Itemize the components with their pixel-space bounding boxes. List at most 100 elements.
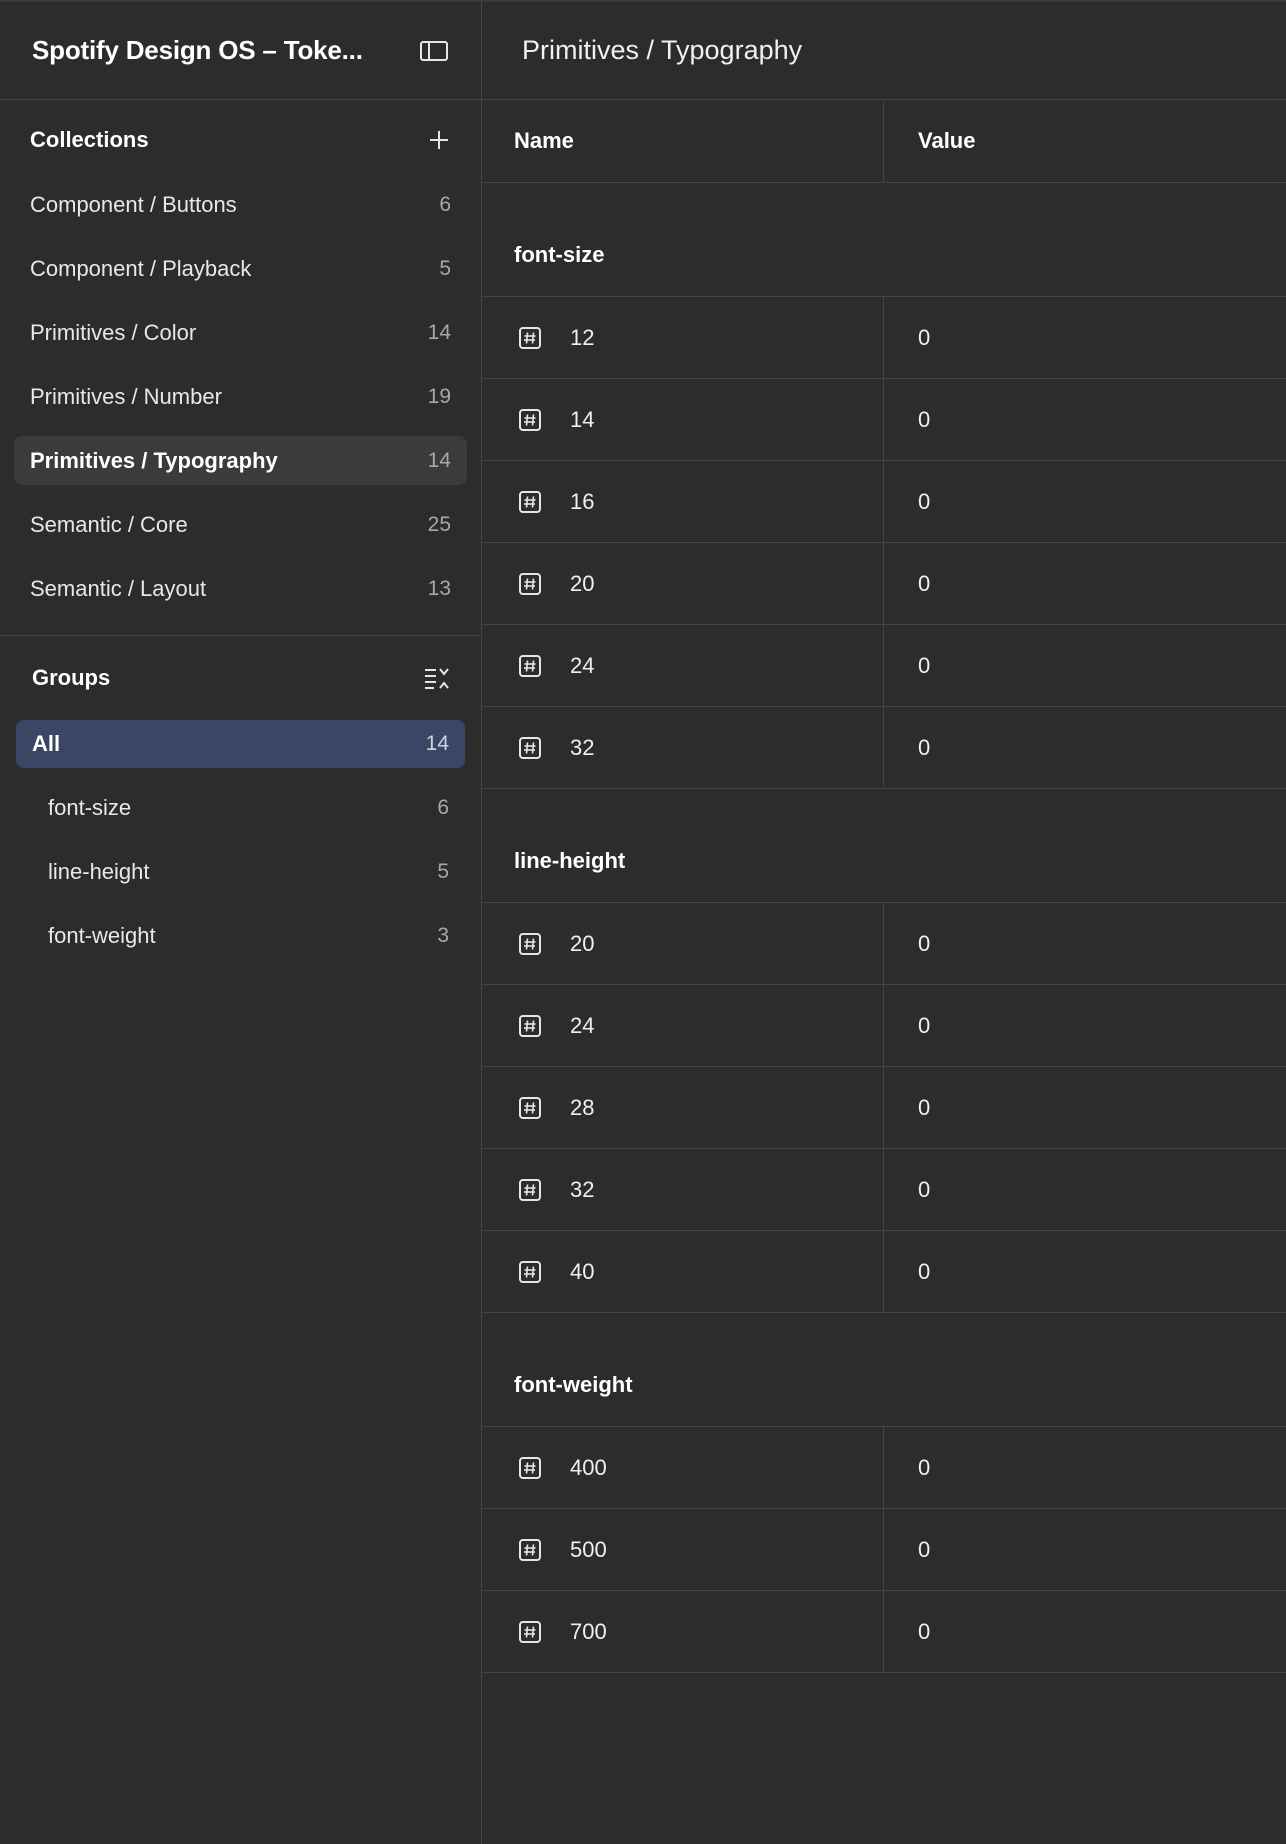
- variable-name[interactable]: 24: [570, 653, 594, 679]
- column-header-name: Name: [482, 100, 884, 182]
- collection-item[interactable]: Component / Playback 5: [14, 244, 467, 293]
- collection-label: Primitives / Color: [30, 319, 197, 345]
- variable-name[interactable]: 32: [570, 735, 594, 761]
- collections-title: Collections: [30, 127, 149, 152]
- variable-name[interactable]: 12: [570, 325, 594, 351]
- variable-name[interactable]: 40: [570, 1259, 594, 1285]
- collection-item-active[interactable]: Primitives / Typography 14: [14, 436, 467, 485]
- collection-item[interactable]: Primitives / Color 14: [14, 308, 467, 357]
- group-item[interactable]: font-weight 3: [16, 912, 465, 960]
- variable-value[interactable]: 0: [918, 653, 930, 679]
- group-heading: font-size: [482, 183, 1286, 297]
- variable-name-cell: 32: [482, 1149, 884, 1230]
- collection-count: 6: [439, 192, 451, 216]
- variable-value[interactable]: 0: [918, 1095, 930, 1121]
- variable-name-cell: 20: [482, 543, 884, 624]
- variable-row[interactable]: 24 0: [482, 625, 1286, 707]
- variable-value[interactable]: 0: [918, 1177, 930, 1203]
- variable-value[interactable]: 0: [918, 489, 930, 515]
- collection-item[interactable]: Semantic / Core 25: [14, 500, 467, 549]
- collection-count: 14: [427, 320, 451, 344]
- collection-label: Component / Buttons: [30, 191, 237, 217]
- variable-row[interactable]: 400 0: [482, 1427, 1286, 1509]
- group-item[interactable]: line-height 5: [16, 848, 465, 896]
- list-sort-icon[interactable]: [423, 665, 451, 691]
- variable-name[interactable]: 14: [570, 407, 594, 433]
- variable-name[interactable]: 16: [570, 489, 594, 515]
- collections-header: Collections: [0, 100, 481, 180]
- variable-name[interactable]: 28: [570, 1095, 594, 1121]
- group-label: font-weight: [48, 923, 156, 948]
- variable-value[interactable]: 0: [918, 931, 930, 957]
- variable-value[interactable]: 0: [918, 1455, 930, 1481]
- collection-label: Primitives / Typography: [30, 447, 278, 473]
- variable-value-cell[interactable]: 0: [884, 543, 1286, 624]
- variable-name-cell: 500: [482, 1509, 884, 1590]
- collection-item[interactable]: Primitives / Number 19: [14, 372, 467, 421]
- variable-value[interactable]: 0: [918, 1259, 930, 1285]
- variable-name[interactable]: 400: [570, 1455, 607, 1481]
- variable-value-cell[interactable]: 0: [884, 461, 1286, 542]
- group-item-all[interactable]: All 14: [16, 720, 465, 768]
- number-variable-icon: [519, 1178, 541, 1201]
- variable-row[interactable]: 24 0: [482, 985, 1286, 1067]
- panel-toggle-icon[interactable]: [419, 39, 449, 63]
- variable-row[interactable]: 32 0: [482, 707, 1286, 789]
- variable-name[interactable]: 24: [570, 1013, 594, 1039]
- variable-value[interactable]: 0: [918, 1013, 930, 1039]
- variable-row[interactable]: 700 0: [482, 1591, 1286, 1673]
- variable-value-cell[interactable]: 0: [884, 1509, 1286, 1590]
- variable-value-cell[interactable]: 0: [884, 297, 1286, 378]
- number-variable-icon: [519, 408, 541, 431]
- variable-row[interactable]: 28 0: [482, 1067, 1286, 1149]
- variable-name[interactable]: 700: [570, 1619, 607, 1645]
- variable-name-cell: 700: [482, 1591, 884, 1672]
- plus-icon[interactable]: [427, 128, 451, 152]
- variable-value[interactable]: 0: [918, 735, 930, 761]
- group-heading: line-height: [482, 789, 1286, 903]
- variable-name[interactable]: 32: [570, 1177, 594, 1203]
- variable-name[interactable]: 500: [570, 1537, 607, 1563]
- collection-count: 5: [439, 256, 451, 280]
- variable-value[interactable]: 0: [918, 571, 930, 597]
- variable-value[interactable]: 0: [918, 407, 930, 433]
- variable-value[interactable]: 0: [918, 1537, 930, 1563]
- group-heading: font-weight: [482, 1313, 1286, 1427]
- variable-value-cell[interactable]: 0: [884, 1149, 1286, 1230]
- variable-name-cell: 16: [482, 461, 884, 542]
- group-item[interactable]: font-size 6: [16, 784, 465, 832]
- variable-name[interactable]: 20: [570, 931, 594, 957]
- collection-item[interactable]: Semantic / Layout 13: [14, 564, 467, 613]
- variable-value[interactable]: 0: [918, 325, 930, 351]
- column-header-value: Value: [918, 128, 976, 153]
- collection-count: 13: [427, 576, 451, 600]
- variable-value-cell[interactable]: 0: [884, 1591, 1286, 1672]
- table-header: Name Value: [482, 100, 1286, 183]
- variable-value-cell[interactable]: 0: [884, 707, 1286, 788]
- number-variable-icon: [519, 932, 541, 955]
- variable-row[interactable]: 32 0: [482, 1149, 1286, 1231]
- variable-value-cell[interactable]: 0: [884, 903, 1286, 984]
- variable-row[interactable]: 500 0: [482, 1509, 1286, 1591]
- number-variable-icon: [519, 326, 541, 349]
- variable-value-cell[interactable]: 0: [884, 625, 1286, 706]
- variable-row[interactable]: 14 0: [482, 379, 1286, 461]
- variable-value-cell[interactable]: 0: [884, 379, 1286, 460]
- variable-value-cell[interactable]: 0: [884, 1067, 1286, 1148]
- variable-row[interactable]: 20 0: [482, 903, 1286, 985]
- variable-value-cell[interactable]: 0: [884, 1231, 1286, 1312]
- number-variable-icon: [519, 654, 541, 677]
- variable-row[interactable]: 12 0: [482, 297, 1286, 379]
- variable-value[interactable]: 0: [918, 1619, 930, 1645]
- variable-row[interactable]: 20 0: [482, 543, 1286, 625]
- collection-item[interactable]: Component / Buttons 6: [14, 180, 467, 229]
- variable-row[interactable]: 40 0: [482, 1231, 1286, 1313]
- collection-label: Semantic / Core: [30, 511, 188, 537]
- group-label: All: [32, 731, 61, 756]
- variable-value-cell[interactable]: 0: [884, 985, 1286, 1066]
- group-count: 14: [425, 732, 449, 755]
- variable-name[interactable]: 20: [570, 571, 594, 597]
- variable-row[interactable]: 16 0: [482, 461, 1286, 543]
- variable-value-cell[interactable]: 0: [884, 1427, 1286, 1508]
- collection-title: Primitives / Typography: [482, 2, 1286, 100]
